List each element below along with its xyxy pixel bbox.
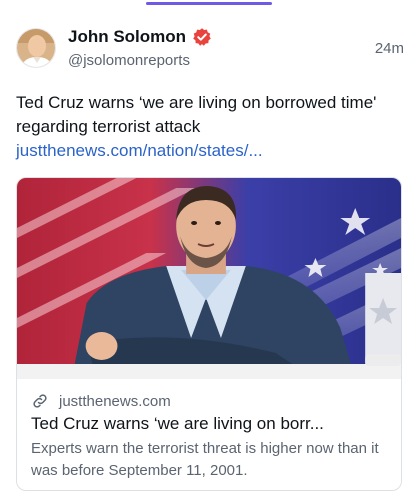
post-timestamp[interactable]: 24m [375, 40, 404, 57]
card-meta: justthenews.com Ted Cruz warns ‘we are l… [17, 379, 401, 482]
author-handle[interactable]: @jsolomonreports [68, 52, 375, 69]
ted-cruz-photo-icon [17, 178, 401, 379]
author-block: John Solomon @jsolomonreports [68, 26, 375, 69]
post-body: Ted Cruz warns ‘we are living on borrowe… [16, 91, 404, 163]
card-description: Experts warn the terrorist threat is hig… [31, 440, 379, 479]
profile-photo-icon [17, 29, 55, 67]
link-icon [33, 394, 47, 408]
post-text: Ted Cruz warns ‘we are living on borrowe… [16, 93, 377, 136]
author-name[interactable]: John Solomon [68, 27, 186, 47]
avatar[interactable] [16, 28, 56, 68]
verified-badge-icon [193, 28, 211, 46]
link-preview-card[interactable]: justthenews.com Ted Cruz warns ‘we are l… [16, 177, 402, 491]
post-link[interactable]: justthenews.com/nation/states/... [16, 139, 404, 163]
card-domain: justthenews.com [59, 392, 171, 410]
post-header: John Solomon @jsolomonreports 24m [16, 26, 404, 74]
card-title: Ted Cruz warns ‘we are living on borr... [31, 414, 324, 433]
active-tab-indicator [146, 2, 272, 5]
